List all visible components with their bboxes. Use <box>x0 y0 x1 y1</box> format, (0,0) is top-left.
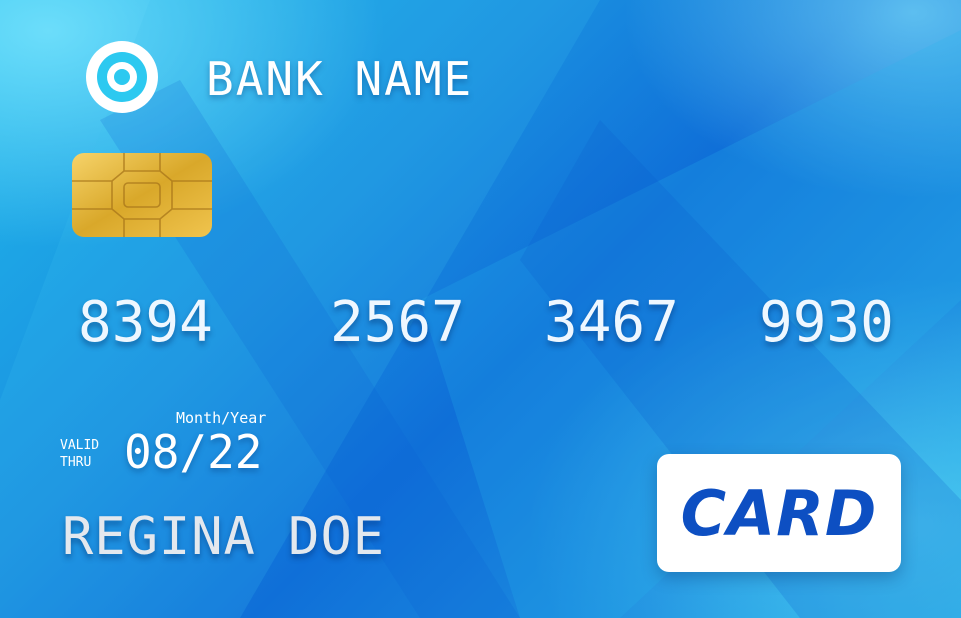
expiry-date: 08/22 <box>124 425 263 479</box>
thru-label: THRU <box>60 455 92 470</box>
bank-name: BANK NAME <box>206 52 474 106</box>
card-number-group-1: 8394 <box>78 290 213 355</box>
card-number-group-2: 2567 <box>330 290 465 355</box>
circle-logo-icon <box>86 41 158 113</box>
card-badge-label: CARD <box>680 476 878 550</box>
valid-label: VALID <box>60 438 100 453</box>
emv-chip-icon <box>72 153 212 237</box>
valid-thru-label: VALID THRU <box>60 437 99 471</box>
credit-card: BANK NAME 8394 2567 3467 9930 Month/Year… <box>0 0 961 618</box>
card-number-group-4: 9930 <box>759 290 894 355</box>
cardholder-name: REGINA DOE <box>62 507 386 567</box>
card-number-group-3: 3467 <box>544 290 679 355</box>
card-badge: CARD <box>657 454 901 572</box>
